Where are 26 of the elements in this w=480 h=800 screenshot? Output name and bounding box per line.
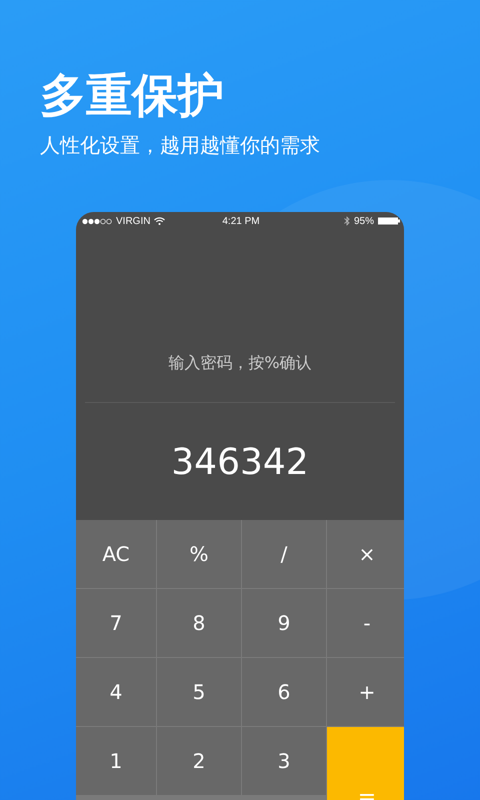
status-time: 4:21 PM [222,216,260,226]
carrier-name: VIRGIN [116,216,150,226]
calculator-key[interactable]: 6 [242,658,326,726]
calculator-key[interactable]: - [327,589,404,657]
battery-percent: 95% [354,216,374,226]
calculator-key[interactable]: + [327,658,404,726]
calculator-key[interactable]: 4 [76,658,156,726]
calculator-key[interactable]: 5 [157,658,241,726]
calculator-key[interactable]: AC [76,520,156,588]
wifi-icon [154,217,166,225]
display-value: 346342 [171,441,309,485]
password-prompt: 输入密码，按%确认 [168,352,312,374]
signal-icon [82,218,112,224]
calculator-key[interactable]: / [242,520,326,588]
calculator-key[interactable]: % [157,520,241,588]
calculator-key[interactable]: 8 [157,589,241,657]
battery-icon [378,217,400,225]
headline: 多重保护 [40,68,225,122]
bluetooth-icon [344,216,350,226]
calculator-key[interactable]: 1 [76,727,156,795]
calculator-key[interactable]: 9 [242,589,326,657]
calculator-key[interactable]: 3 [242,727,326,795]
calculator-key[interactable]: 2 [157,727,241,795]
calculator-key[interactable]: 7 [76,589,156,657]
calculator-key[interactable]: × [327,520,404,588]
subtitle: 人性化设置，越用越懂你的需求 [40,132,321,158]
